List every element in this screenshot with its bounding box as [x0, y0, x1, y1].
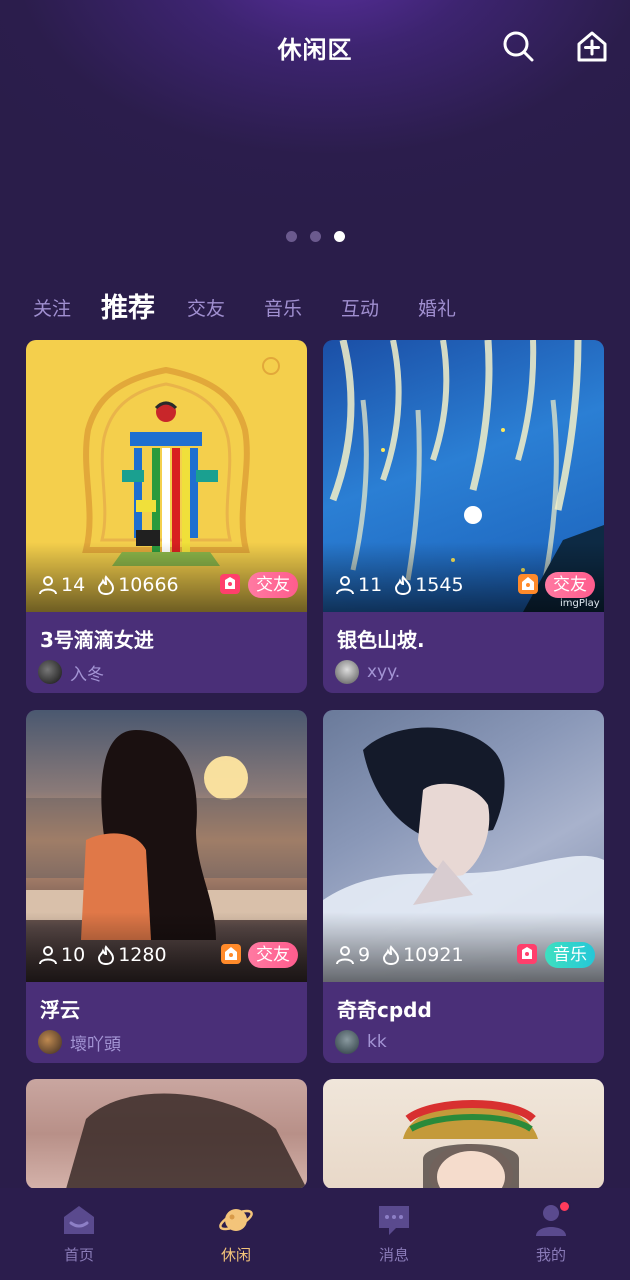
- pager-dot[interactable]: [286, 231, 297, 242]
- heat-count: 1545: [415, 574, 464, 596]
- room-name: 浮云: [40, 998, 80, 1022]
- avatar: [38, 660, 62, 684]
- avatar: [38, 1030, 62, 1054]
- planet-icon: [219, 1209, 253, 1231]
- person-icon: [39, 576, 57, 595]
- room-owner: 壞吖頭: [38, 1029, 121, 1055]
- cover-watermark: imgPlay: [560, 598, 600, 609]
- room-name: 奇奇cpdd: [337, 998, 432, 1022]
- nav-profile-label: 我的: [535, 1246, 566, 1264]
- member-count: 10: [61, 944, 86, 966]
- owner-name: kk: [367, 1032, 387, 1052]
- room-stats: 14 10666: [38, 572, 179, 598]
- search-button[interactable]: [500, 28, 536, 64]
- heat-count: 10921: [403, 944, 464, 966]
- room-cover-image: [323, 1079, 604, 1189]
- owner-name: 入冬: [70, 664, 104, 685]
- room-stats: 10 1280: [38, 942, 167, 968]
- nav-profile[interactable]: 我的: [491, 1188, 611, 1280]
- add-home-icon: [577, 31, 607, 62]
- room-card[interactable]: [323, 1079, 604, 1189]
- avatar: [335, 1030, 359, 1054]
- level-badge-icon: [517, 944, 537, 964]
- search-icon: [503, 31, 534, 62]
- flame-icon: [395, 575, 412, 595]
- tab-wedding[interactable]: 婚礼: [418, 294, 456, 321]
- nav-messages[interactable]: 消息: [334, 1188, 454, 1280]
- category-tag: 交友: [545, 572, 595, 598]
- flame-icon: [98, 945, 115, 965]
- tab-music[interactable]: 音乐: [264, 294, 302, 321]
- pager-dot-active[interactable]: [334, 231, 345, 242]
- member-count: 14: [61, 574, 86, 596]
- pager-dot[interactable]: [310, 231, 321, 242]
- nav-leisure[interactable]: 休闲: [176, 1188, 296, 1280]
- bottom-navigation: 首页 休闲 消息 我的: [0, 1188, 630, 1280]
- room-name: 3号滴滴女进: [40, 628, 154, 652]
- owner-name: xyy.: [367, 662, 401, 682]
- nav-home[interactable]: 首页: [19, 1188, 139, 1280]
- message-icon: [379, 1206, 409, 1235]
- tab-interact[interactable]: 互动: [341, 294, 379, 321]
- person-icon: [336, 576, 354, 595]
- heat-count: 10666: [118, 574, 179, 596]
- room-cover-image: [26, 1079, 307, 1189]
- nav-home-label: 首页: [63, 1246, 94, 1264]
- room-stats: 9 10921: [335, 942, 464, 968]
- nav-leisure-label: 休闲: [220, 1246, 251, 1264]
- room-owner: kk: [335, 1029, 387, 1055]
- level-badge-icon: [518, 574, 538, 594]
- room-stats: 11 1545: [335, 572, 464, 598]
- room-owner: xyy.: [335, 659, 400, 685]
- level-badge-icon: [221, 944, 241, 964]
- top-header: 休闲区: [0, 0, 630, 92]
- nav-messages-label: 消息: [378, 1246, 409, 1264]
- room-card[interactable]: 9 10921 音乐 奇奇cpdd kk: [323, 710, 604, 1063]
- tab-recommend[interactable]: 推荐: [101, 286, 155, 325]
- create-room-button[interactable]: [574, 28, 610, 64]
- room-name: 银色山坡.: [337, 628, 425, 652]
- member-count: 11: [358, 574, 383, 596]
- category-tag: 交友: [248, 942, 298, 968]
- category-tag: 音乐: [545, 942, 595, 968]
- category-tabs: 关注 推荐 交友 音乐 互动 婚礼: [0, 286, 630, 326]
- level-badge-icon: [220, 574, 240, 594]
- owner-name: 壞吖頭: [70, 1034, 121, 1055]
- room-card[interactable]: 10 1280 交友 浮云 壞吖頭: [26, 710, 307, 1063]
- heat-count: 1280: [118, 944, 167, 966]
- banner-pager: [0, 231, 630, 245]
- member-count: 9: [358, 944, 371, 966]
- flame-icon: [98, 575, 115, 595]
- person-icon: [336, 946, 354, 965]
- notification-dot: [558, 1200, 571, 1213]
- tab-follow[interactable]: 关注: [33, 294, 71, 321]
- category-tag: 交友: [248, 572, 298, 598]
- room-card[interactable]: 14 10666 交友 3号滴滴女进 入冬: [26, 340, 307, 693]
- room-owner: 入冬: [38, 659, 104, 685]
- tab-friends[interactable]: 交友: [187, 294, 225, 321]
- room-card[interactable]: 11 1545 交友 imgPlay 银色山坡. xyy.: [323, 340, 604, 693]
- avatar: [335, 660, 359, 684]
- flame-icon: [383, 945, 400, 965]
- room-card[interactable]: [26, 1079, 307, 1189]
- person-icon: [39, 946, 57, 965]
- home-icon: [64, 1206, 94, 1234]
